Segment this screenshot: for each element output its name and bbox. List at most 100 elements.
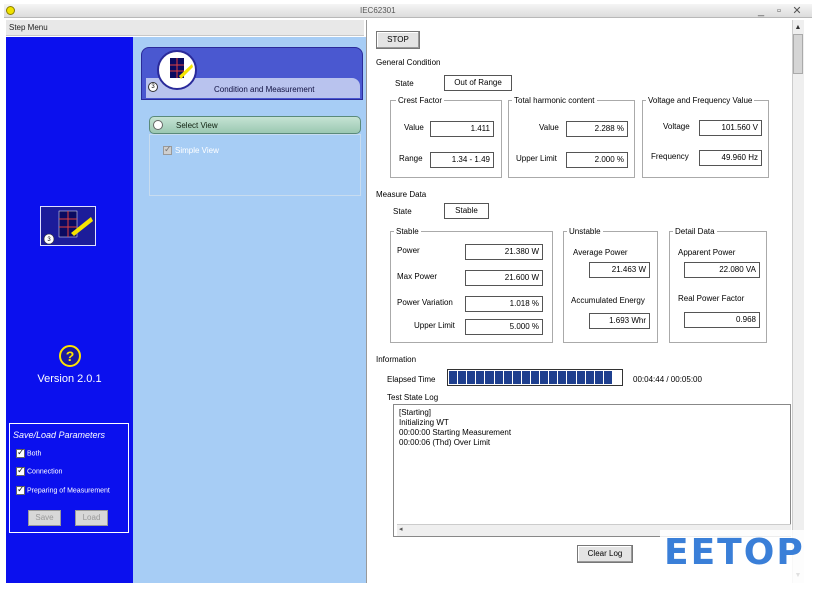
voltage-label: Voltage <box>663 122 690 131</box>
detail-data-title: Detail Data <box>673 227 717 236</box>
test-state-log[interactable] <box>393 404 791 537</box>
scroll-up-icon[interactable]: ▲ <box>792 22 804 34</box>
apparent-power-field: 22.080 VA <box>684 262 760 278</box>
power-factor-field: 0.968 <box>684 312 760 328</box>
average-power-field: 21.463 W <box>589 262 650 278</box>
unstable-title: Unstable <box>567 227 603 236</box>
progress-segment <box>467 371 476 384</box>
crest-range-field: 1.34 - 1.49 <box>430 152 494 168</box>
vf-title: Voltage and Frequency Value <box>646 96 755 105</box>
minimize-button[interactable]: _ <box>754 4 768 18</box>
frequency-label: Frequency <box>651 152 689 161</box>
checkbox-icon[interactable] <box>163 144 172 156</box>
option-both[interactable]: Both <box>16 447 41 459</box>
select-view-body <box>149 134 361 196</box>
progress-segment <box>503 371 512 384</box>
progress-segment <box>540 371 549 384</box>
log-line: [Starting] <box>399 408 432 417</box>
progress-segment <box>476 371 485 384</box>
progress-segment <box>603 371 612 384</box>
maximize-button[interactable]: ▫ <box>772 4 786 18</box>
select-view-label: Select View <box>176 121 218 130</box>
load-button[interactable]: Load <box>75 510 108 526</box>
measure-state-field: Stable <box>444 203 489 219</box>
power-factor-label: Real Power Factor <box>678 294 745 303</box>
version-label: Version 2.0.1 <box>37 373 102 385</box>
close-button[interactable]: ✕ <box>790 4 804 18</box>
stable-upper-label: Upper Limit <box>414 321 455 330</box>
crest-value-label: Value <box>404 123 424 132</box>
checkbox-icon[interactable] <box>16 465 25 476</box>
measure-state-label: State <box>393 207 412 216</box>
progress-segment <box>613 371 621 384</box>
vertical-scrollbar[interactable] <box>792 20 804 583</box>
checkbox-icon[interactable] <box>16 484 25 495</box>
step-menu-header: Step Menu <box>6 20 364 36</box>
thd-upper-field: 2.000 % <box>566 152 628 168</box>
option-preparing[interactable]: Preparing of Measurement <box>16 484 110 496</box>
progress-segment <box>521 371 530 384</box>
thd-title: Total harmonic content <box>512 96 597 105</box>
step-tab-label: Condition and Measurement <box>214 85 315 94</box>
stable-title: Stable <box>394 227 421 236</box>
save-load-title: Save/Load Parameters <box>13 430 106 440</box>
accumulated-energy-label: Accumulated Energy <box>571 296 645 305</box>
progress-segment <box>485 371 494 384</box>
measurement-icon: 3 <box>40 206 96 246</box>
progress-segment <box>530 371 540 384</box>
scroll-left-icon[interactable]: ◂ <box>399 525 403 533</box>
progress-segment <box>567 371 576 384</box>
crest-factor-title: Crest Factor <box>396 96 445 105</box>
help-icon[interactable]: ? <box>59 345 81 367</box>
progress-segment <box>594 371 603 384</box>
clear-log-button[interactable]: Clear Log <box>577 545 633 563</box>
accumulated-energy-field: 1.693 Whr <box>589 313 650 329</box>
title-bar <box>4 4 812 18</box>
crest-value-field: 1.411 <box>430 121 494 137</box>
step-icon <box>157 50 197 90</box>
log-line: 00:00:06 (Thd) Over Limit <box>399 438 491 447</box>
test-state-log-title: Test State Log <box>387 393 439 402</box>
elapsed-time-label: Elapsed Time <box>387 375 436 384</box>
stable-upper-field: 5.000 % <box>465 319 543 335</box>
scroll-thumb[interactable] <box>793 34 803 74</box>
radio-icon[interactable] <box>153 120 163 130</box>
watermark-logo: EETOP <box>664 532 805 573</box>
progress-segment <box>576 371 585 384</box>
step-number-badge: 3 <box>148 82 158 92</box>
frequency-field: 49.960 Hz <box>699 150 762 166</box>
progress-segment <box>512 371 521 384</box>
power-variation-field: 1.018 % <box>465 296 543 312</box>
elapsed-progress-bar <box>447 369 623 386</box>
power-label: Power <box>397 246 420 255</box>
progress-segment <box>458 371 467 384</box>
progress-segment <box>549 371 558 384</box>
log-line: Initializing WT <box>399 418 449 427</box>
thd-value-label: Value <box>539 123 559 132</box>
progress-segment <box>494 371 503 384</box>
progress-segment <box>449 371 458 384</box>
general-state-field: Out of Range <box>444 75 512 91</box>
option-connection[interactable]: Connection <box>16 465 62 477</box>
stop-button[interactable]: STOP <box>376 31 420 49</box>
information-title: Information <box>376 355 417 364</box>
progress-segment <box>558 371 567 384</box>
max-power-label: Max Power <box>397 272 438 281</box>
checkbox-icon[interactable] <box>16 447 25 458</box>
voltage-field: 101.560 V <box>699 120 762 136</box>
power-field: 21.380 W <box>465 244 543 260</box>
progress-segment <box>585 371 594 384</box>
save-button[interactable]: Save <box>28 510 61 526</box>
measure-data-title: Measure Data <box>376 190 427 199</box>
log-line: 00:00:00 Starting Measurement <box>399 428 512 437</box>
window-title: IEC62301 <box>360 6 396 15</box>
crest-range-label: Range <box>399 154 423 163</box>
max-power-field: 21.600 W <box>465 270 543 286</box>
average-power-label: Average Power <box>573 248 628 257</box>
voltage-frequency-group <box>642 100 769 178</box>
app-icon <box>6 6 15 15</box>
apparent-power-label: Apparent Power <box>678 248 736 257</box>
power-variation-label: Power Variation <box>397 298 453 307</box>
general-condition-title: General Condition <box>376 58 441 67</box>
simple-view-option[interactable]: Simple View <box>163 144 219 156</box>
